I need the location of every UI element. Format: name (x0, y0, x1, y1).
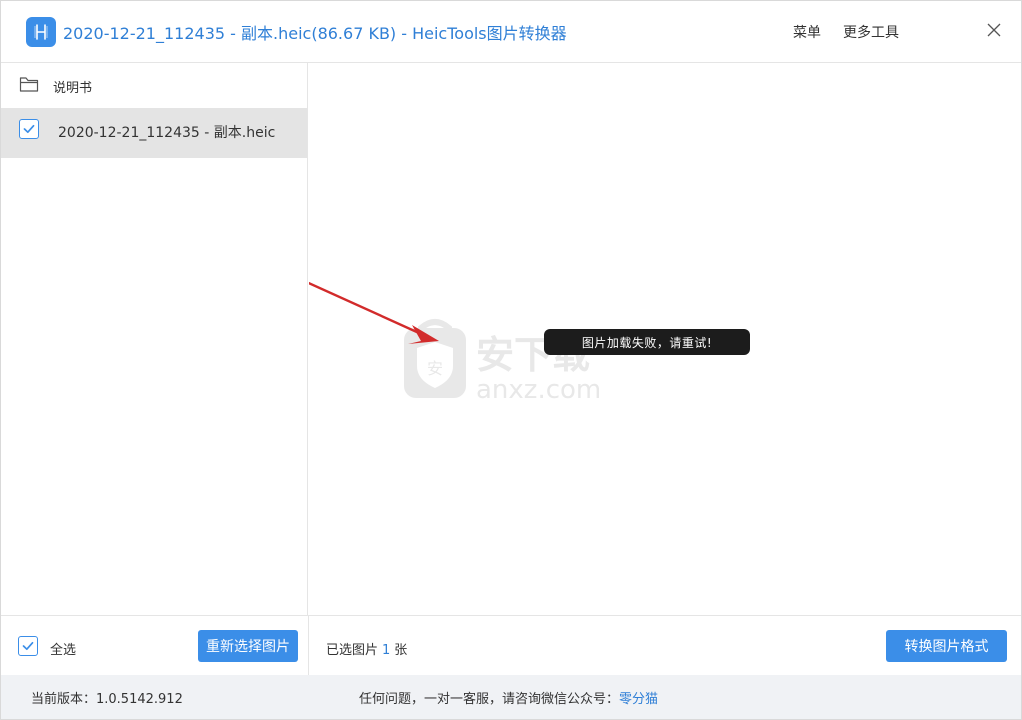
more-tools-button[interactable]: 更多工具 (843, 22, 899, 42)
select-all-checkbox[interactable] (18, 636, 38, 656)
title-bar: 2020-12-21_112435 - 副本.heic(86.67 KB) - … (1, 1, 1021, 63)
support-prompt: 任何问题，一对一客服，请咨询微信公众号： (359, 692, 620, 707)
file-list-item[interactable]: 2020-12-21_112435 - 副本.heic (1, 108, 307, 158)
folder-row[interactable]: 说明书 (1, 63, 307, 107)
version-text: 当前版本：1.0.5142.912 (31, 692, 183, 707)
convert-format-button[interactable]: 转换图片格式 (886, 630, 1007, 662)
window-title: 2020-12-21_112435 - 副本.heic(86.67 KB) - … (63, 24, 567, 43)
file-name: 2020-12-21_112435 - 副本.heic (58, 125, 276, 141)
close-icon[interactable] (985, 21, 1003, 39)
divider (308, 616, 309, 676)
reselect-images-button[interactable]: 重新选择图片 (198, 630, 298, 662)
wechat-account-link[interactable]: 零分猫 (619, 692, 658, 707)
selected-count-text: 已选图片 1 张 (326, 639, 407, 658)
svg-text:安: 安 (427, 359, 443, 378)
select-all-label: 全选 (50, 643, 77, 658)
folder-label: 说明书 (53, 81, 93, 96)
heictools-logo-icon (26, 17, 56, 47)
selected-prefix: 已选图片 (326, 643, 379, 658)
selected-suffix: 张 (394, 643, 408, 658)
image-preview-area: 安 安下载 anxz.com 图片加载失败，请重试! (309, 63, 1021, 615)
support-text: 任何问题，一对一客服，请咨询微信公众号：零分猫 (359, 688, 658, 707)
load-error-toast: 图片加载失败，请重试! (544, 329, 750, 355)
status-bar: 当前版本：1.0.5142.912 任何问题，一对一客服，请咨询微信公众号：零分… (1, 675, 1021, 719)
folder-icon (19, 75, 39, 93)
file-sidebar: 说明书 2020-12-21_112435 - 副本.heic (1, 63, 308, 615)
watermark-sub-text: anxz.com (476, 375, 601, 405)
menu-button[interactable]: 菜单 (793, 22, 821, 42)
app-window: 2020-12-21_112435 - 副本.heic(86.67 KB) - … (0, 0, 1022, 720)
checkmark-icon (23, 124, 35, 134)
action-bar: 全选 重新选择图片 已选图片 1 张 转换图片格式 (1, 615, 1021, 676)
selected-count: 1 (382, 643, 391, 658)
checkmark-icon (22, 641, 34, 651)
file-checkbox[interactable] (19, 119, 39, 139)
